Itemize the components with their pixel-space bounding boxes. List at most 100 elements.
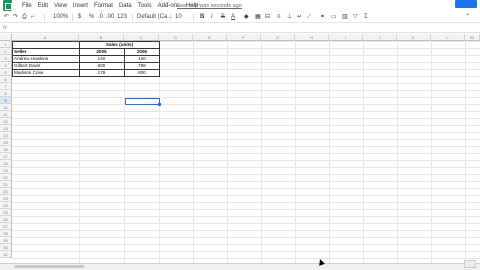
insert-comment-icon[interactable]: ▭ [331, 14, 337, 21]
menu-tools[interactable]: Tools [138, 3, 152, 11]
row-header[interactable]: 12 [0, 118, 12, 125]
percent-button[interactable]: % [89, 14, 94, 21]
row-header[interactable]: 31 [0, 251, 12, 258]
row-header[interactable]: 23 [0, 195, 12, 202]
row-header[interactable]: 14 [0, 132, 12, 139]
row-header[interactable]: 19 [0, 167, 12, 174]
text-wrap-icon[interactable]: ↵ [297, 14, 302, 21]
column-header[interactable]: B [79, 34, 124, 41]
collapse-icon[interactable]: ⌃ [465, 14, 470, 21]
table-cell[interactable]: 600 [79, 62, 124, 69]
bold-button[interactable]: B [200, 14, 204, 21]
filter-icon[interactable]: ▽ [353, 14, 358, 21]
row-header[interactable]: 29 [0, 237, 12, 244]
row-header[interactable]: 16 [0, 146, 12, 153]
column-header[interactable]: F [227, 34, 261, 41]
table-cell[interactable]: 2005 [79, 48, 124, 55]
row-header[interactable]: 20 [0, 174, 12, 181]
row-header[interactable]: 5 [0, 69, 12, 76]
row-header[interactable]: 21 [0, 181, 12, 188]
column-header[interactable]: D [159, 34, 193, 41]
print-icon[interactable]: ⎙ [22, 14, 27, 21]
font-select[interactable]: Default (Ca... [137, 14, 172, 21]
menu-data[interactable]: Data [119, 3, 132, 11]
table-cell[interactable]: 800 [124, 69, 160, 76]
redo-icon[interactable]: ↷ [13, 14, 18, 21]
fill-handle[interactable] [158, 103, 161, 106]
text-rotation-icon[interactable]: ⟋ [307, 14, 311, 21]
row-header[interactable]: 9 [0, 97, 12, 104]
last-edit-link[interactable]: Last edit was seconds ago [177, 3, 242, 9]
borders-icon[interactable]: ▦ [255, 14, 261, 21]
italic-button[interactable]: I [211, 14, 213, 21]
currency-button[interactable]: $ [78, 14, 81, 21]
undo-icon[interactable]: ↶ [4, 14, 9, 21]
increase-decimal-button[interactable]: .00 [106, 14, 114, 21]
row-header[interactable]: 4 [0, 62, 12, 69]
row-header[interactable]: 15 [0, 139, 12, 146]
text-color-button[interactable]: A [231, 14, 235, 21]
row-header[interactable]: 7 [0, 83, 12, 90]
menu-insert[interactable]: Insert [73, 3, 88, 11]
row-header[interactable]: 11 [0, 111, 12, 118]
selected-cell[interactable] [125, 98, 160, 105]
row-header[interactable]: 3 [0, 55, 12, 62]
row-header[interactable]: 13 [0, 125, 12, 132]
row-header[interactable]: 10 [0, 104, 12, 111]
row-header[interactable]: 30 [0, 244, 12, 251]
table-cell[interactable]: 140 [79, 55, 124, 62]
row-header[interactable]: 25 [0, 209, 12, 216]
merged-header-cell[interactable]: Sales (units) [79, 41, 160, 48]
column-header[interactable]: A [12, 34, 79, 41]
explore-button[interactable] [464, 260, 476, 268]
merge-cells-icon[interactable]: ⊟ [265, 14, 270, 21]
paint-format-icon[interactable]: ⌐ [31, 14, 35, 21]
table-cell[interactable]: Madison Crew [12, 69, 79, 76]
row-header[interactable]: 28 [0, 230, 12, 237]
row-header[interactable]: 18 [0, 160, 12, 167]
menu-view[interactable]: View [54, 3, 67, 11]
menu-file[interactable]: File [22, 3, 32, 11]
menu-format[interactable]: Format [94, 3, 113, 11]
column-header[interactable]: L [431, 34, 465, 41]
horizontal-align-icon[interactable]: ≡ [277, 14, 281, 21]
row-header[interactable]: 22 [0, 188, 12, 195]
decrease-decimal-button[interactable]: .0 [98, 14, 103, 21]
column-header[interactable]: H [295, 34, 329, 41]
table-cell[interactable]: 788 [124, 62, 160, 69]
column-header[interactable]: M [465, 34, 480, 41]
sheets-logo-icon[interactable] [3, 0, 12, 11]
zoom-select[interactable]: 100% [53, 14, 68, 21]
table-cell[interactable]: 120 [124, 55, 160, 62]
column-header[interactable]: C [124, 34, 159, 41]
row-header[interactable]: 1 [0, 41, 12, 48]
column-header[interactable]: E [193, 34, 227, 41]
column-header[interactable]: J [363, 34, 397, 41]
table-cell[interactable]: Seller [12, 48, 79, 55]
menu-edit[interactable]: Edit [38, 3, 48, 11]
cell-grid[interactable]: Sales (units) Seller 2005 2006 Andrew Ha… [12, 41, 480, 263]
table-cell[interactable]: 178 [79, 69, 124, 76]
strikethrough-button[interactable]: S [221, 14, 225, 21]
more-formats-button[interactable]: 123 [117, 14, 127, 21]
functions-icon[interactable]: Σ [364, 14, 368, 21]
column-header[interactable]: K [397, 34, 431, 41]
row-header[interactable]: 2 [0, 48, 12, 55]
row-header[interactable]: 8 [0, 90, 12, 97]
share-button[interactable] [455, 0, 477, 8]
font-size-select[interactable]: 10 [175, 14, 182, 21]
table-cell[interactable]: Gilbert Davis [12, 62, 79, 69]
insert-chart-icon[interactable]: ▥ [342, 14, 348, 21]
row-header[interactable]: 6 [0, 76, 12, 83]
insert-link-icon[interactable]: ⚭ [320, 14, 325, 21]
formula-bar[interactable]: fx [0, 24, 480, 33]
row-header[interactable]: 17 [0, 153, 12, 160]
row-header[interactable]: 24 [0, 202, 12, 209]
column-header[interactable]: G [261, 34, 295, 41]
vertical-align-icon[interactable]: ⊥ [287, 14, 292, 21]
table-cell[interactable]: Andrew Hawkins [12, 55, 79, 62]
horizontal-scrollbar[interactable] [14, 265, 84, 268]
row-header[interactable]: 27 [0, 223, 12, 230]
fill-color-icon[interactable]: ◆ [244, 14, 249, 21]
column-header[interactable]: I [329, 34, 363, 41]
